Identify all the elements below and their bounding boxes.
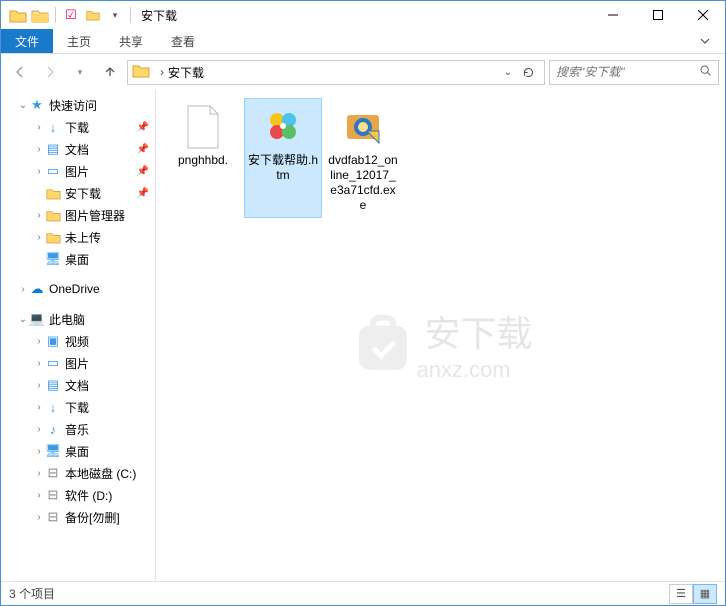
tree-onedrive[interactable]: › ☁ OneDrive xyxy=(1,278,155,300)
qat-dropdown-icon[interactable]: ▾ xyxy=(106,6,124,24)
view-details-button[interactable]: ☰ xyxy=(669,584,693,604)
pictures-icon: ▭ xyxy=(45,355,61,371)
close-button[interactable] xyxy=(680,1,725,29)
search-input[interactable] xyxy=(556,65,699,79)
window-controls xyxy=(590,1,725,29)
tree-quick-access[interactable]: ⌄ ★ 快速访问 xyxy=(1,94,155,116)
statusbar: 3 个项目 ☰ ▦ xyxy=(1,581,725,605)
cloud-icon: ☁ xyxy=(29,281,45,297)
document-icon: ▤ xyxy=(45,377,61,393)
file-item[interactable]: pnghhbd. xyxy=(164,98,242,218)
address-chevron-icon[interactable]: › xyxy=(156,65,168,79)
address-folder-icon xyxy=(132,63,150,81)
file-exe-icon xyxy=(339,103,387,151)
tab-share[interactable]: 共享 xyxy=(105,29,157,53)
address-dropdown-icon[interactable]: ⌄ xyxy=(500,67,516,78)
nav-tree[interactable]: ⌄ ★ 快速访问 › ↓ 下载 📌 › ▤ 文档 📌 › ▭ 图片 📌 安下载 … xyxy=(1,90,156,581)
maximize-button[interactable] xyxy=(635,1,680,29)
tab-view[interactable]: 查看 xyxy=(157,29,209,53)
tree-local-disk-c[interactable]: › ⊟ 本地磁盘 (C:) xyxy=(1,462,155,484)
file-label: 安下载帮助.htm xyxy=(247,153,319,183)
folder-open-icon xyxy=(31,6,49,24)
video-icon: ▣ xyxy=(45,333,61,349)
pin-icon: 📌 xyxy=(137,166,149,177)
disk-icon: ⊟ xyxy=(45,509,61,525)
tree-software-d[interactable]: › ⊟ 软件 (D:) xyxy=(1,484,155,506)
ribbon-expand-icon[interactable] xyxy=(693,29,717,53)
pictures-icon: ▭ xyxy=(45,163,61,179)
status-text: 3 个项目 xyxy=(9,585,55,602)
view-toggle: ☰ ▦ xyxy=(669,584,717,604)
desktop-icon: 🖥 xyxy=(45,443,61,459)
pin-icon: 📌 xyxy=(137,188,149,199)
file-label: pnghhbd. xyxy=(178,153,228,168)
tree-music[interactable]: › ♪ 音乐 xyxy=(1,418,155,440)
pin-icon: 📌 xyxy=(137,122,149,133)
titlebar: ☑ ▾ 安下载 xyxy=(1,1,725,29)
folder-small-icon xyxy=(84,6,102,24)
download-icon: ↓ xyxy=(45,119,61,135)
window-title: 安下载 xyxy=(141,7,177,24)
ribbon-tabs: 文件 主页 共享 查看 xyxy=(1,29,725,54)
folder-icon xyxy=(45,229,61,245)
nav-up-button[interactable] xyxy=(97,59,123,85)
star-icon: ★ xyxy=(29,97,45,113)
file-label: dvdfab12_online_12017_e3a71cfd.exe xyxy=(327,153,399,213)
file-generic-icon xyxy=(179,103,227,151)
pin-icon: 📌 xyxy=(137,144,149,155)
document-icon: ▤ xyxy=(45,141,61,157)
download-icon: ↓ xyxy=(45,399,61,415)
tree-not-uploaded[interactable]: › 未上传 xyxy=(1,226,155,248)
music-icon: ♪ xyxy=(45,421,61,437)
nav-back-button[interactable] xyxy=(7,59,33,85)
nav-forward-button[interactable] xyxy=(37,59,63,85)
tree-downloads[interactable]: › ↓ 下载 📌 xyxy=(1,116,155,138)
tab-home[interactable]: 主页 xyxy=(53,29,105,53)
tree-pictures[interactable]: › ▭ 图片 📌 xyxy=(1,160,155,182)
tree-pc-pictures[interactable]: › ▭ 图片 xyxy=(1,352,155,374)
file-item[interactable]: dvdfab12_online_12017_e3a71cfd.exe xyxy=(324,98,402,218)
tree-pc-downloads[interactable]: › ↓ 下载 xyxy=(1,396,155,418)
file-html-icon xyxy=(259,103,307,151)
desktop-icon: 🖥 xyxy=(45,251,61,267)
view-icons-button[interactable]: ▦ xyxy=(693,584,717,604)
disk-icon: ⊟ xyxy=(45,465,61,481)
tree-backup[interactable]: › ⊟ 备份[勿删] xyxy=(1,506,155,528)
watermark: 安下载 anxz.com xyxy=(348,304,532,382)
address-path: 安下载 xyxy=(168,64,500,81)
minimize-button[interactable] xyxy=(590,1,635,29)
tree-anxz[interactable]: 安下载 📌 xyxy=(1,182,155,204)
checkbox-icon[interactable]: ☑ xyxy=(62,6,80,24)
tree-videos[interactable]: › ▣ 视频 xyxy=(1,330,155,352)
content-area[interactable]: pnghhbd. 安下载帮助.htm xyxy=(156,90,725,581)
pc-icon: 💻 xyxy=(29,311,45,327)
quick-access-toolbar: ☑ ▾ xyxy=(1,6,133,24)
address-bar-row: ▾ › 安下载 ⌄ xyxy=(1,54,725,90)
tree-pic-manager[interactable]: › 图片管理器 xyxy=(1,204,155,226)
file-item[interactable]: 安下载帮助.htm xyxy=(244,98,322,218)
folder-icon xyxy=(45,185,61,201)
search-box[interactable] xyxy=(549,60,719,85)
tree-pc-desktop[interactable]: › 🖥 桌面 xyxy=(1,440,155,462)
caret-down-icon[interactable]: ⌄ xyxy=(17,314,29,325)
disk-icon: ⊟ xyxy=(45,487,61,503)
search-icon[interactable] xyxy=(699,64,712,80)
caret-down-icon[interactable]: ⌄ xyxy=(17,100,29,111)
tree-desktop[interactable]: 🖥 桌面 xyxy=(1,248,155,270)
address-box[interactable]: › 安下载 ⌄ xyxy=(127,60,545,85)
refresh-button[interactable] xyxy=(516,60,540,84)
folder-icon xyxy=(45,207,61,223)
nav-history-dropdown[interactable]: ▾ xyxy=(67,59,93,85)
tree-pc-documents[interactable]: › ▤ 文档 xyxy=(1,374,155,396)
tab-file[interactable]: 文件 xyxy=(1,29,53,53)
file-grid: pnghhbd. 安下载帮助.htm xyxy=(156,90,725,226)
tree-this-pc[interactable]: ⌄ 💻 此电脑 xyxy=(1,308,155,330)
folder-icon xyxy=(9,6,27,24)
tree-documents[interactable]: › ▤ 文档 📌 xyxy=(1,138,155,160)
